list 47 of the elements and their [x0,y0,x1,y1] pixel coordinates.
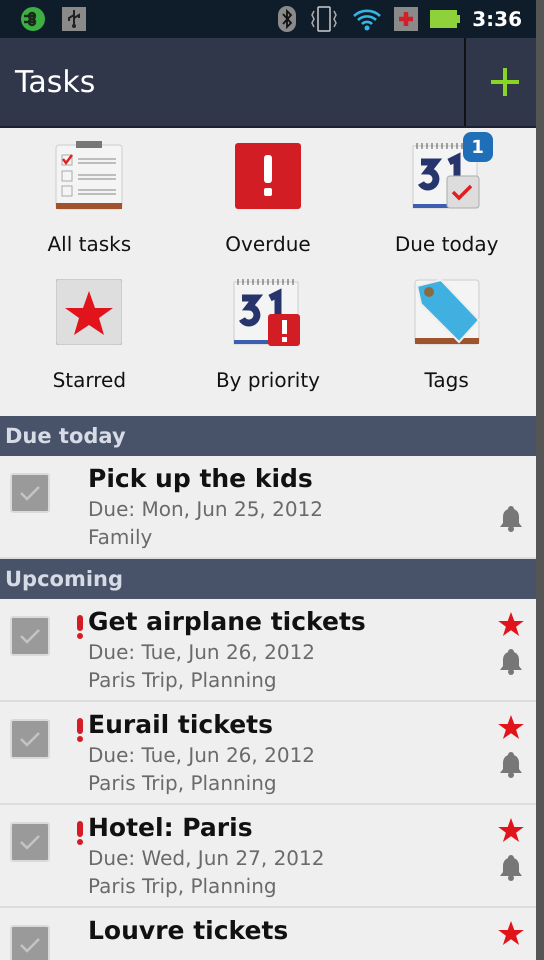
task-title: Pick up the kids [88,463,314,495]
task-row[interactable]: Get airplane tickets Due: Tue, Jun 26, 2012 Paris Trip, Planning [0,599,536,702]
task-row[interactable]: Eurail tickets Due: Tue, Jun 26, 2012 Paris Trip, Planning [0,702,536,805]
task-tags: Paris Trip, Planning [88,666,486,694]
due-date: Due: Wed, Jun 27, 2012 [88,845,326,872]
task-title: Hotel: Paris [88,812,254,844]
wifi-icon [352,7,382,31]
filter-tile[interactable]: By priority [178,270,358,406]
star-icon[interactable] [497,611,525,639]
task-checkbox[interactable] [10,473,50,513]
sync-icon [20,6,46,32]
filter-tile[interactable]: Starred [0,270,179,406]
star-icon[interactable] [497,817,525,845]
task-row[interactable]: Louvre tickets [0,908,536,960]
task-checkbox[interactable] [10,616,50,656]
task-title: Get airplane tickets [88,606,367,638]
add-icon [489,66,521,98]
usb-icon [62,7,86,31]
medical-cross-icon [394,7,418,31]
task-title: Eurail tickets [88,709,274,741]
filter-tile[interactable]: Overdue [178,134,358,270]
due-date: Due: Tue, Jun 26, 2012 [88,742,316,769]
star-icon[interactable] [497,920,525,948]
clock-time: 3:36 [472,7,522,31]
section-header: Upcoming [0,559,536,599]
star-icon [56,279,122,345]
task-checkbox[interactable] [10,822,50,862]
star-icon[interactable] [497,714,525,742]
battery-icon [430,10,460,28]
filter-tile[interactable]: All tasks [0,134,179,270]
task-tags: Paris Trip, Planning [88,872,486,900]
due-date: Due: Tue, Jun 26, 2012 [88,639,316,666]
bluetooth-icon [278,6,296,32]
filter-tile[interactable]: 1 Due today [357,134,536,270]
task-tags: Paris Trip, Planning [88,769,486,797]
task-checkbox[interactable] [10,719,50,759]
clipboard-icon [54,141,124,211]
filter-tile[interactable]: Tags [357,270,536,406]
due-date: Due: Mon, Jun 25, 2012 [88,496,324,523]
exclamation-icon [234,143,301,209]
task-title: Louvre tickets [88,915,290,947]
task-row[interactable]: Hotel: Paris Due: Wed, Jun 27, 2012 Paris Trip, Planning [0,805,536,908]
app-title: Tasks [14,64,96,100]
section-header: Due today [0,416,536,456]
count-badge: 1 [462,132,493,162]
task-tags: Family [88,523,486,551]
task-checkbox[interactable] [10,925,50,960]
